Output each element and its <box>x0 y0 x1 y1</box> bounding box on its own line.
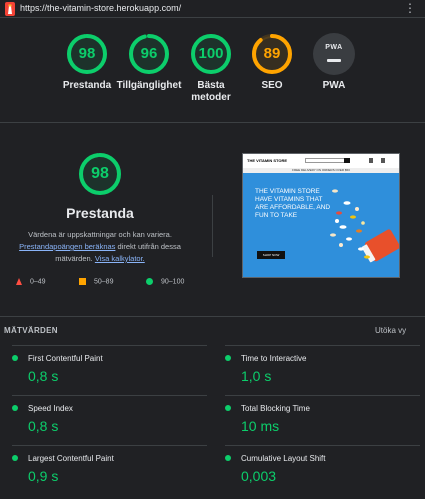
pass-circle-icon <box>225 455 231 461</box>
pass-circle-icon <box>225 405 231 411</box>
fail-triangle-icon <box>16 278 22 285</box>
pass-circle-icon <box>225 355 231 361</box>
legend-pass: 90–100 <box>146 278 184 285</box>
metric-value: 0,8 s <box>28 418 59 434</box>
metric-divider <box>12 345 207 346</box>
metric-value: 0,8 s <box>28 368 59 384</box>
legend-range: 90–100 <box>161 278 185 286</box>
gauge-label: PWA <box>322 80 346 91</box>
gauge-score: 89 <box>263 45 281 62</box>
pass-circle-icon <box>12 455 18 461</box>
pass-circle-icon <box>146 278 153 285</box>
expand-view-toggle[interactable]: Utöka vy <box>375 326 406 335</box>
screenshot-headline: The vitamin store have vitamins that are… <box>255 188 331 219</box>
gauge-ring: 96 <box>128 33 170 75</box>
view-calculator-link[interactable]: Visa kalkylator. <box>95 254 145 263</box>
score-calculation-link[interactable]: Prestandapoängen beräknas <box>19 242 115 251</box>
gauge-ring: 98 <box>66 33 108 75</box>
lighthouse-icon <box>5 2 15 16</box>
legend-fail: 0–49 <box>16 278 46 285</box>
legend-average: 50–89 <box>79 278 113 285</box>
pass-circle-icon <box>12 405 18 411</box>
metric-divider <box>12 445 207 446</box>
pwa-badge-text: PWA <box>325 44 343 51</box>
metric-name: Time to Interactive <box>241 354 307 363</box>
performance-score: 98 <box>91 165 109 182</box>
gauge-score: 100 <box>198 45 224 62</box>
gauge-ring: 89 <box>251 33 293 75</box>
performance-description: Värdena är uppskattningar och kan varier… <box>8 229 192 265</box>
address-bar: https://the-vitamin-store.herokuapp.com/… <box>0 0 425 18</box>
screenshot-cart-icon <box>381 158 385 163</box>
metric-divider <box>12 395 207 396</box>
screenshot-brand: THE VITAMIN STORE <box>247 158 288 163</box>
gauge-score: 98 <box>78 45 96 62</box>
metric-name: Total Blocking Time <box>241 404 310 413</box>
kebab-menu-icon[interactable]: ⋮ <box>404 2 416 14</box>
screenshot-account-icon <box>369 158 373 163</box>
metrics-title: MÄTVÄRDEN <box>4 326 58 335</box>
metric-name: Cumulative Layout Shift <box>241 454 326 463</box>
screenshot-shop-button: SHOP NOW <box>257 251 285 259</box>
average-square-icon <box>79 278 86 285</box>
section-divider <box>0 316 425 317</box>
section-divider <box>0 122 425 123</box>
legend-range: 0–49 <box>30 278 46 286</box>
metric-value: 0,9 s <box>28 468 59 484</box>
gauge-label: Bästa metoder <box>191 80 231 103</box>
screenshot-search-icon <box>344 158 350 163</box>
metric-name: First Contentful Paint <box>28 354 103 363</box>
page-screenshot[interactable]: THE VITAMIN STORE FREE DELIVERY ON ORDER… <box>242 153 400 278</box>
metric-value: 10 ms <box>241 418 280 434</box>
gauge-score: 96 <box>140 45 158 62</box>
screenshot-hero: The vitamin store have vitamins that are… <box>243 173 399 277</box>
vertical-divider <box>212 195 213 257</box>
url-text[interactable]: https://the-vitamin-store.herokuapp.com/ <box>20 3 181 13</box>
metric-name: Speed Index <box>28 404 73 413</box>
performance-title: Prestanda <box>66 205 134 221</box>
pwa-badge-icon: PWA <box>313 33 355 75</box>
metric-value: 1,0 s <box>241 368 272 384</box>
gauge-pwa[interactable]: PWA PWA <box>296 33 372 92</box>
metric-divider <box>225 445 420 446</box>
metric-value: 0,003 <box>241 468 277 484</box>
legend-range: 50–89 <box>94 278 114 286</box>
performance-desc-text: Värdena är uppskattningar och kan varier… <box>28 230 172 239</box>
metric-divider <box>225 395 420 396</box>
performance-gauge: 98 <box>78 152 122 196</box>
screenshot-header: THE VITAMIN STORE <box>243 154 399 168</box>
screenshot-search-box <box>305 158 345 163</box>
gauge-ring: 100 <box>190 33 232 75</box>
pwa-dash-icon <box>327 59 341 62</box>
metric-divider <box>225 345 420 346</box>
metric-name: Largest Contentful Paint <box>28 454 114 463</box>
pass-circle-icon <box>12 355 18 361</box>
